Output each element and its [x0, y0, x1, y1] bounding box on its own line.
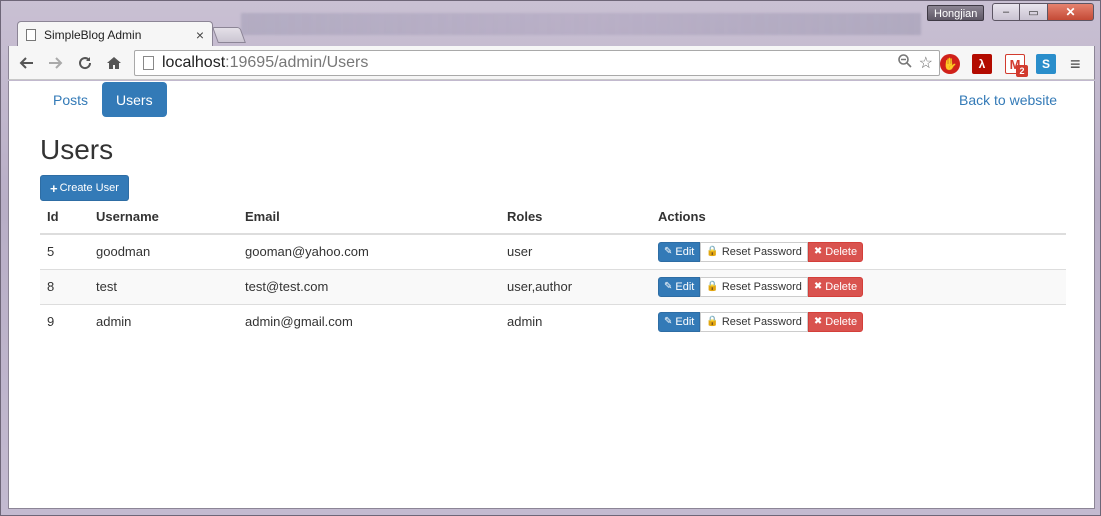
cell-id: 9 [40, 303, 89, 339]
column-header-username: Username [89, 200, 238, 235]
cell-actions: ✎ Edit 🔒 Reset Password ✖ Delete [651, 233, 1066, 269]
edit-label: Edit [675, 315, 695, 328]
page-info-icon [143, 56, 154, 70]
edit-label: Edit [675, 245, 695, 258]
lock-icon: 🔒 [706, 281, 719, 292]
delete-label: Delete [825, 315, 858, 328]
delete-icon: ✖ [813, 316, 823, 328]
cell-roles: admin [500, 303, 651, 339]
url-path: :19695/admin/Users [225, 54, 369, 71]
create-user-label: Create User [59, 182, 119, 194]
maximize-button[interactable]: ▭ [1020, 3, 1048, 21]
page-title: Users [40, 134, 114, 165]
reset-password-label: Reset Password [721, 280, 802, 293]
reset-password-label: Reset Password [721, 315, 802, 328]
close-window-button[interactable]: ✕ [1048, 3, 1094, 21]
new-tab-button[interactable] [212, 27, 246, 43]
cell-actions: ✎ Edit 🔒 Reset Password ✖ Delete [651, 268, 1066, 304]
column-header-roles: Roles [500, 200, 651, 235]
minimize-button[interactable]: – [992, 3, 1020, 21]
delete-button[interactable]: ✖ Delete [807, 311, 864, 332]
table-row: 9 admin admin@gmail.com admin ✎ Edit 🔒 Res… [40, 303, 1066, 339]
table-row: 5 goodman gooman@yahoo.com user ✎ Edit 🔒 R… [40, 233, 1066, 269]
cell-roles: user,author [500, 268, 651, 304]
url-host: localhost [162, 54, 226, 71]
reload-icon[interactable] [74, 52, 96, 74]
tab-users[interactable]: Users [102, 82, 167, 117]
cell-id: 8 [40, 268, 89, 304]
tab-close-icon[interactable]: × [196, 27, 204, 43]
plus-icon: + [50, 180, 58, 196]
forward-arrow-icon[interactable] [45, 52, 67, 74]
back-to-website-link[interactable]: Back to website [959, 92, 1057, 108]
delete-icon: ✖ [813, 246, 823, 258]
edit-icon: ✎ [664, 316, 673, 328]
edit-icon: ✎ [664, 246, 673, 258]
cell-username: goodman [89, 233, 238, 269]
acrobat-icon[interactable]: λ [972, 54, 992, 74]
profile-name-badge[interactable]: Hongjian [927, 5, 985, 21]
gmail-unread-count: 2 [1016, 65, 1028, 77]
reset-password-button[interactable]: 🔒 Reset Password [700, 311, 808, 332]
delete-button[interactable]: ✖ Delete [807, 241, 864, 262]
lock-icon: 🔒 [706, 246, 719, 258]
window-controls: – ▭ ✕ [992, 3, 1094, 21]
cell-email: gooman@yahoo.com [238, 233, 500, 269]
cell-username: test [89, 268, 238, 304]
cell-username: admin [89, 303, 238, 339]
cell-roles: user [500, 233, 651, 269]
home-icon[interactable] [103, 52, 125, 74]
adblock-icon[interactable]: ✋ [940, 54, 960, 74]
gmail-icon[interactable]: M2 [1005, 54, 1028, 77]
star-icon[interactable]: ☆ [919, 53, 933, 74]
browser-window: Hongjian – ▭ ✕ SimpleBlog Admin × localh… [0, 0, 1101, 516]
table-row: 8 test test@test.com user,author ✎ Edit 🔒… [40, 268, 1066, 304]
reset-password-button[interactable]: 🔒 Reset Password [700, 276, 808, 297]
edit-button[interactable]: ✎ Edit [658, 311, 701, 332]
hamburger-menu-icon[interactable]: ≡ [1070, 54, 1081, 75]
cell-id: 5 [40, 233, 89, 269]
s-extension-icon[interactable]: S [1036, 54, 1056, 74]
edit-button[interactable]: ✎ Edit [658, 241, 701, 262]
reset-password-button[interactable]: 🔒 Reset Password [700, 241, 808, 262]
zoom-icon[interactable] [897, 53, 913, 74]
cell-actions: ✎ Edit 🔒 Reset Password ✖ Delete [651, 303, 1066, 339]
cell-email: test@test.com [238, 268, 500, 304]
tab-posts[interactable]: Posts [39, 82, 102, 117]
background-desktop-strip [241, 13, 921, 35]
browser-toolbar: localhost:19695/admin/Users ☆ ✋ λ M2 S ≡ [8, 46, 1095, 80]
page-icon [26, 28, 36, 41]
browser-tab[interactable]: SimpleBlog Admin × [17, 21, 213, 47]
delete-icon: ✖ [813, 281, 823, 292]
column-header-id: Id [40, 200, 89, 235]
delete-label: Delete [825, 245, 858, 258]
delete-label: Delete [825, 280, 858, 293]
tab-title: SimpleBlog Admin [44, 27, 142, 42]
address-bar[interactable]: localhost:19695/admin/Users ☆ [134, 50, 940, 76]
edit-button[interactable]: ✎ Edit [658, 276, 701, 297]
users-table: Id Username Email Roles Actions 5 goodma… [40, 200, 1066, 339]
page-viewport: Posts Users Back to website Users + Crea… [8, 81, 1095, 509]
cell-email: admin@gmail.com [238, 303, 500, 339]
reset-password-label: Reset Password [721, 245, 802, 258]
edit-icon: ✎ [664, 281, 673, 292]
column-header-actions: Actions [651, 200, 1066, 235]
edit-label: Edit [675, 280, 695, 293]
table-header-row: Id Username Email Roles Actions [40, 200, 1066, 235]
column-header-email: Email [238, 200, 500, 235]
admin-nav-tabs: Posts Users [39, 82, 167, 117]
create-user-button[interactable]: + Create User [40, 175, 129, 201]
back-arrow-icon[interactable] [15, 52, 37, 74]
lock-icon: 🔒 [706, 316, 719, 328]
delete-button[interactable]: ✖ Delete [807, 276, 864, 297]
